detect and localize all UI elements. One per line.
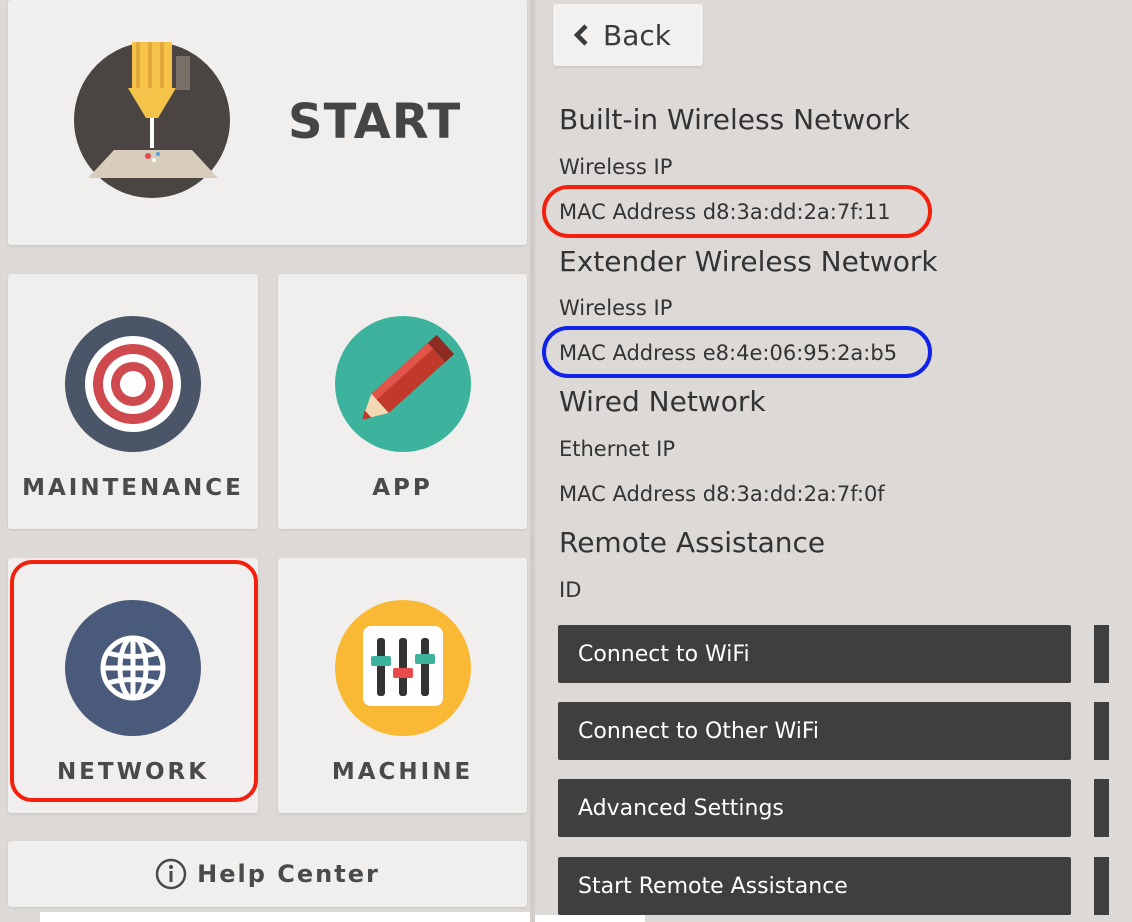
- network-info-panel: Back Built-in Wireless Network Wireless …: [535, 0, 1132, 922]
- start-remote-assistance-button[interactable]: Start Remote Assistance: [558, 857, 1071, 915]
- builtin-mac-address: MAC Address d8:3a:dd:2a:7f:11: [559, 200, 891, 224]
- wired-network-title: Wired Network: [559, 385, 766, 418]
- app-label: APP: [372, 475, 433, 501]
- back-button[interactable]: Back: [553, 4, 703, 66]
- chevron-left-icon: [573, 24, 588, 46]
- machine-tile[interactable]: MACHINE: [278, 558, 527, 813]
- advanced-settings-button[interactable]: Advanced Settings: [558, 779, 1071, 837]
- help-center-button[interactable]: Help Center: [8, 841, 527, 907]
- remote-assistance-title: Remote Assistance: [559, 526, 826, 559]
- start-remote-side-edge: [1094, 857, 1109, 915]
- wired-ethernet-ip: Ethernet IP: [559, 437, 675, 461]
- network-label: NETWORK: [56, 759, 210, 785]
- extender-wireless-ip: Wireless IP: [559, 296, 673, 320]
- app-tile[interactable]: APP: [278, 274, 527, 529]
- sliders-icon: [334, 600, 471, 736]
- maintenance-label: MAINTENANCE: [22, 475, 244, 501]
- printer-nozzle-icon: [74, 42, 230, 198]
- network-tile[interactable]: NETWORK: [8, 558, 258, 813]
- target-icon: [65, 316, 201, 452]
- start-label: START: [288, 94, 462, 150]
- builtin-wireless-ip: Wireless IP: [559, 155, 673, 179]
- extender-mac-address: MAC Address e8:4e:06:95:2a:b5: [559, 341, 898, 365]
- bottom-edge: [40, 912, 530, 922]
- home-menu-panel: START MAINTENANCE APP NETWORK MACHINE He…: [0, 0, 532, 922]
- wired-mac-address: MAC Address d8:3a:dd:2a:7f:0f: [559, 482, 885, 506]
- connect-other-wifi-button[interactable]: Connect to Other WiFi: [558, 702, 1071, 760]
- back-label: Back: [603, 18, 671, 52]
- connect-other-wifi-side-edge: [1094, 702, 1109, 760]
- advanced-settings-side-edge: [1094, 779, 1109, 837]
- globe-icon: [65, 600, 201, 736]
- start-tile[interactable]: START: [8, 0, 527, 245]
- bottom-edge-right: [535, 915, 645, 922]
- machine-label: MACHINE: [331, 759, 474, 785]
- maintenance-tile[interactable]: MAINTENANCE: [8, 274, 258, 529]
- info-icon: [155, 858, 187, 890]
- pencil-icon: [334, 316, 471, 452]
- help-center-label: Help Center: [197, 860, 380, 888]
- remote-assistance-id: ID: [559, 578, 582, 602]
- connect-wifi-side-edge: [1094, 625, 1109, 683]
- extender-wireless-title: Extender Wireless Network: [559, 245, 938, 278]
- builtin-wireless-title: Built-in Wireless Network: [559, 103, 910, 136]
- connect-wifi-button[interactable]: Connect to WiFi: [558, 625, 1071, 683]
